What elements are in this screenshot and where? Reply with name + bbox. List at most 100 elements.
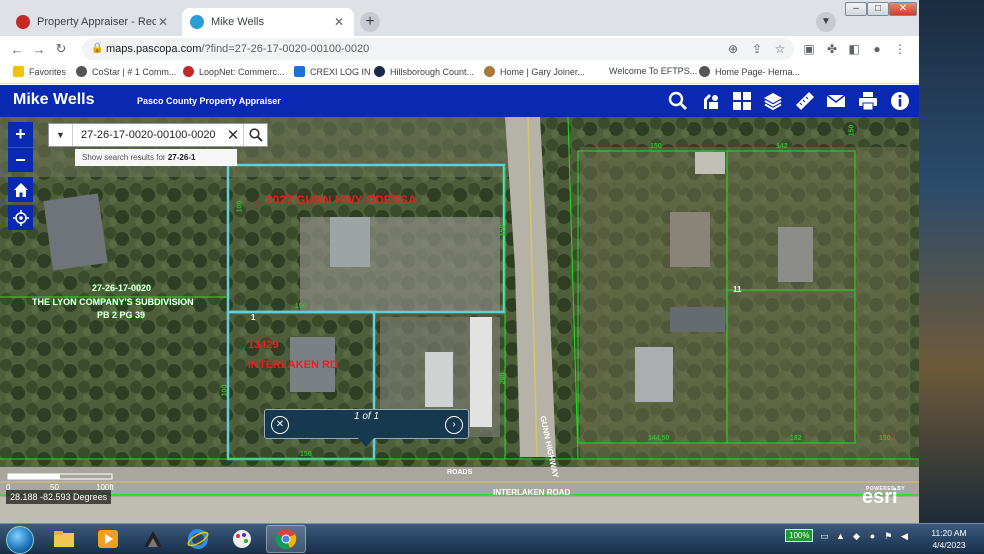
- bookmark-item[interactable]: Welcome To EFTPS...: [609, 66, 697, 76]
- folder-icon: [13, 66, 24, 77]
- tab-property-appraiser[interactable]: Property Appraiser - Record Sear ✕: [8, 8, 178, 36]
- bookmark-label: Favorites: [29, 66, 67, 77]
- app-title: Mike Wells: [13, 91, 95, 108]
- layers-icon[interactable]: [762, 90, 784, 112]
- bookmark-item[interactable]: LoopNet: Commerc...: [183, 66, 285, 77]
- forward-icon[interactable]: →: [28, 42, 50, 57]
- taskbar-clock[interactable]: 11:20 AM 4/4/2023: [925, 527, 973, 551]
- zoom-out-button[interactable]: −: [8, 147, 33, 172]
- loopnet-icon: [183, 66, 194, 77]
- globe-icon: [76, 66, 87, 77]
- identify-icon[interactable]: [700, 90, 722, 112]
- clock-date: 4/4/2023: [932, 540, 966, 550]
- info-icon[interactable]: [889, 90, 911, 112]
- search-icon[interactable]: [667, 90, 689, 112]
- battery-indicator[interactable]: 100%: [785, 529, 814, 542]
- print-icon[interactable]: [857, 90, 879, 112]
- tab-title: Mike Wells: [211, 16, 264, 28]
- subdivision-plat-label: PB 2 PG 39: [97, 310, 146, 320]
- close-tab-icon[interactable]: ✕: [156, 15, 170, 29]
- dimension-label: 200: [499, 372, 507, 385]
- maximize-button[interactable]: □: [867, 2, 889, 16]
- bookmark-label: Home Page- Herna...: [715, 66, 801, 77]
- search-input[interactable]: [73, 125, 223, 145]
- bookmark-label: LoopNet: Commerc...: [199, 66, 285, 77]
- gary-joiner-icon: [484, 66, 495, 77]
- bookmarks-bar: Favorites CoStar | # 1 Comm... LoopNet: …: [0, 62, 919, 84]
- profile-avatar-icon[interactable]: ●: [868, 40, 886, 58]
- map-view[interactable]: 2027 GUNN HWY ODESSA 13429 INTERLAKEN RD…: [0, 117, 919, 523]
- volume-icon[interactable]: ◀: [899, 531, 909, 541]
- extension-icon[interactable]: ▣: [800, 40, 818, 58]
- lot-number-label: 11: [733, 285, 742, 294]
- system-tray: 100% ▭ ▲ ◆ ● ⚑ ◀: [785, 529, 909, 542]
- dimension-label: 100: [236, 200, 244, 213]
- close-window-button[interactable]: ✕: [889, 2, 917, 16]
- bookmark-item[interactable]: Hillsborough Count...: [374, 66, 474, 77]
- internet-explorer-icon[interactable]: [178, 525, 218, 553]
- bookmark-item[interactable]: CREXI LOG IN: [294, 66, 371, 77]
- bookmark-label: Welcome To EFTPS...: [609, 66, 698, 76]
- tab-search-icon[interactable]: ▼: [816, 12, 836, 32]
- zoom-in-button[interactable]: +: [8, 122, 33, 147]
- bookmark-label: CoStar | # 1 Comm...: [92, 66, 177, 77]
- bookmark-item[interactable]: CoStar | # 1 Comm...: [76, 66, 176, 77]
- dimension-label: 150: [650, 143, 662, 150]
- home-button[interactable]: [8, 177, 33, 202]
- popup-close-button[interactable]: ✕: [271, 416, 289, 434]
- share-icon[interactable]: ⇪: [748, 40, 766, 58]
- tab-title: Property Appraiser - Record Sear: [37, 16, 156, 28]
- close-tab-icon[interactable]: ✕: [332, 15, 346, 29]
- popup-next-button[interactable]: ›: [445, 416, 463, 434]
- tray-icon[interactable]: ▭: [819, 531, 829, 541]
- address-bar[interactable]: 🔒 maps.pascopa.com/?find=27-26-17-0020-0…: [82, 38, 794, 60]
- lot-number-label: 1: [251, 313, 256, 322]
- browser-window: Property Appraiser - Record Sear ✕ Mike …: [0, 0, 919, 523]
- locate-button[interactable]: [8, 205, 33, 230]
- coordinate-readout: 28.188 -82.593 Degrees: [6, 490, 112, 504]
- home-icon: [13, 182, 28, 197]
- menu-kebab-icon[interactable]: ⋮: [891, 40, 909, 58]
- esri-powered-by: POWERED BY: [866, 486, 906, 492]
- zoom-icon[interactable]: ⊕: [724, 40, 742, 58]
- search-source-dropdown[interactable]: ▼: [49, 124, 73, 146]
- tray-icon[interactable]: ●: [867, 531, 877, 541]
- bookmark-item[interactable]: Favorites: [13, 66, 66, 77]
- app-icon[interactable]: [133, 525, 173, 553]
- network-icon[interactable]: ▲: [835, 531, 845, 541]
- bookmark-item[interactable]: Home Page- Herna...: [699, 66, 800, 77]
- subdivision-name-label: THE LYON COMPANY'S SUBDIVISION: [32, 297, 194, 307]
- minimize-button[interactable]: –: [845, 2, 867, 16]
- basemap-gallery-icon[interactable]: [731, 90, 753, 112]
- chevron-down-icon: ▼: [56, 130, 65, 140]
- paint-icon[interactable]: [222, 525, 262, 553]
- scale-bar-graphic: [7, 473, 113, 480]
- start-button[interactable]: [6, 526, 34, 554]
- bookmark-item[interactable]: Home | Gary Joiner...: [484, 66, 585, 77]
- dimension-label: 142: [776, 143, 788, 150]
- extensions-puzzle-icon[interactable]: ✤: [823, 40, 841, 58]
- search-button[interactable]: [243, 124, 267, 146]
- dimension-label: 150: [848, 124, 856, 137]
- new-tab-button[interactable]: +: [360, 12, 380, 32]
- back-icon[interactable]: ←: [6, 42, 28, 57]
- chrome-icon[interactable]: [266, 525, 306, 553]
- flag-icon[interactable]: ⚑: [883, 531, 893, 541]
- reload-icon[interactable]: ↻: [50, 41, 72, 57]
- side-panel-icon[interactable]: ◧: [845, 40, 863, 58]
- url-path: /?find=27-26-17-0020-00100-0020: [201, 43, 370, 55]
- media-player-icon[interactable]: [88, 525, 128, 553]
- email-icon[interactable]: [825, 90, 847, 112]
- tab-mike-wells[interactable]: Mike Wells ✕: [182, 8, 354, 36]
- file-explorer-icon[interactable]: [44, 525, 84, 553]
- tray-icon[interactable]: ◆: [851, 531, 861, 541]
- bookmark-star-icon[interactable]: ☆: [771, 40, 789, 58]
- search-suggestion[interactable]: Show search results for 27-26-1: [75, 149, 237, 166]
- roads-label: ROADS: [447, 469, 473, 476]
- clear-search-icon[interactable]: ✕: [223, 126, 243, 144]
- measure-icon[interactable]: [794, 90, 816, 112]
- popup-page-indicator: 1 of 1: [353, 411, 380, 422]
- dimension-label: 150: [295, 303, 307, 310]
- aerial-imagery: [0, 117, 919, 523]
- browser-toolbar: ← → ↻ 🔒 maps.pascopa.com/?find=27-26-17-…: [0, 36, 919, 62]
